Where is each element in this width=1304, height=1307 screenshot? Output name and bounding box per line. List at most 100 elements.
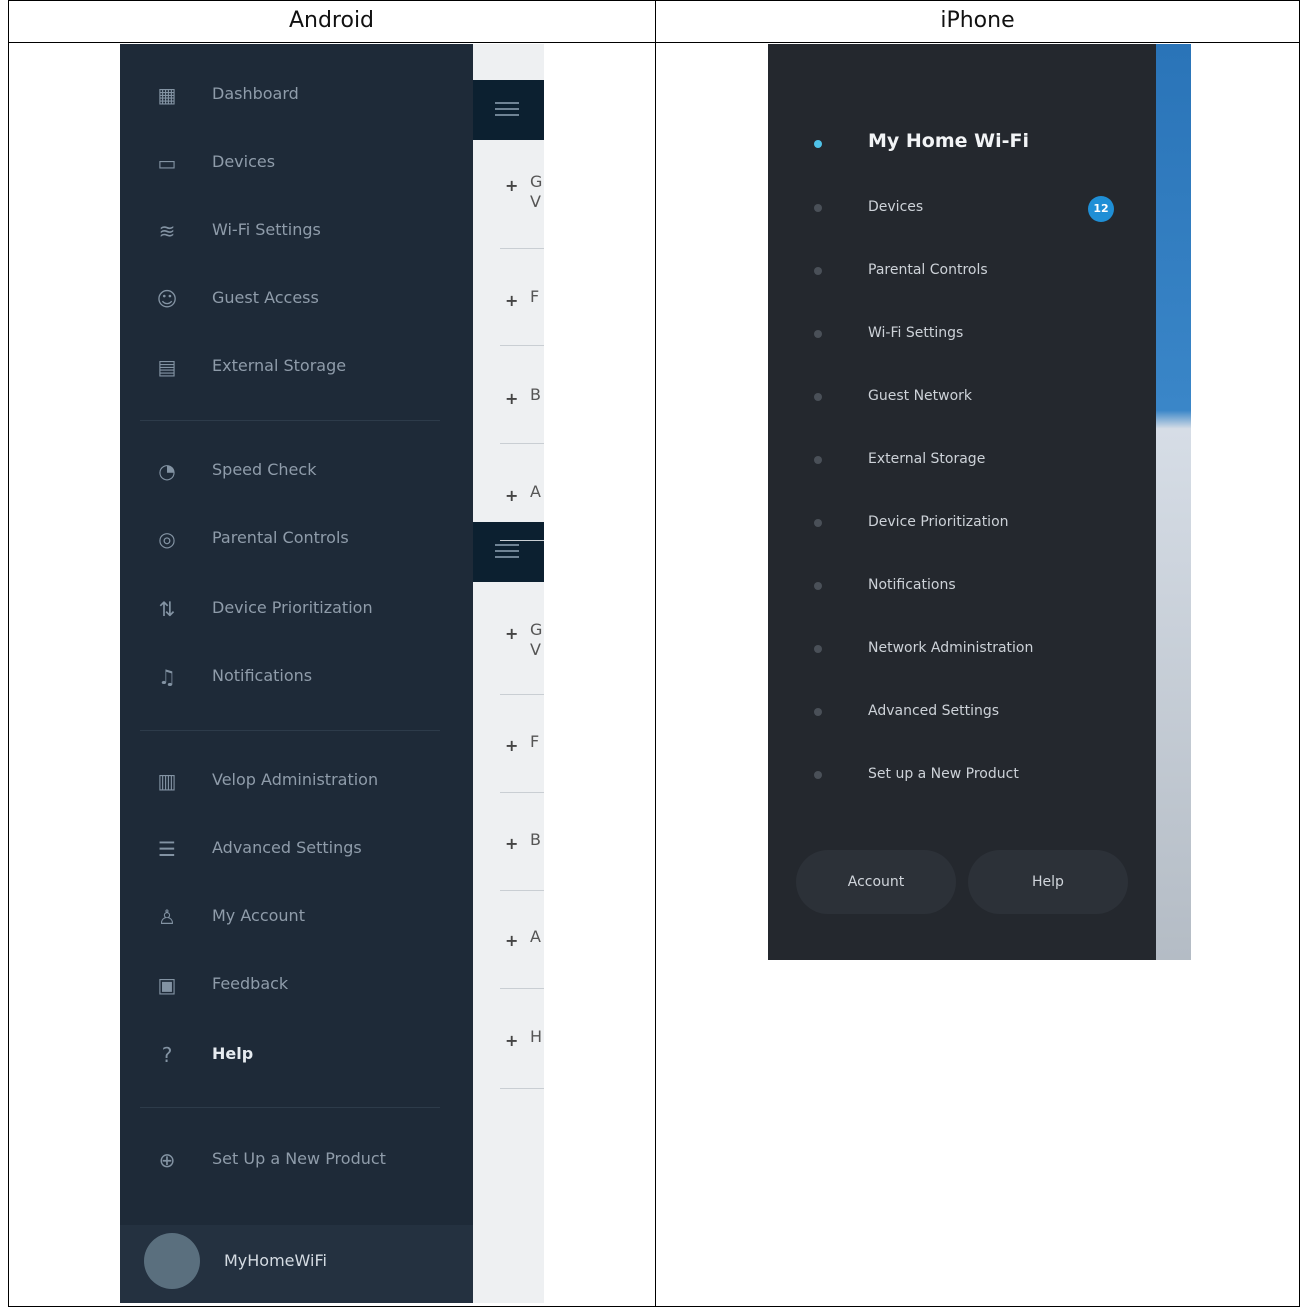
devices-icon: ▭	[157, 151, 177, 175]
expandable-list-item[interactable]: + B	[500, 828, 544, 868]
menu-item-external-storage[interactable]: External Storage	[800, 446, 1140, 476]
devices-count-badge: 12	[1088, 196, 1114, 222]
menu-item-external-storage[interactable]: ▤ External Storage	[140, 352, 460, 382]
menu-item-network-administration[interactable]: Network Administration	[800, 635, 1140, 665]
menu-item-devices[interactable]: Devices 12	[800, 194, 1140, 224]
list-item-label-truncated: A	[530, 927, 541, 946]
menu-item-icon	[814, 267, 822, 275]
list-divider	[500, 443, 544, 444]
expandable-list-item[interactable]: + B	[500, 383, 544, 423]
wifi-icon: ≋	[158, 219, 176, 243]
hamburger-menu-icon[interactable]	[495, 102, 519, 116]
menu-item-velop-administration[interactable]: ▥ Velop Administration	[140, 766, 460, 796]
menu-item-label: Wi-Fi Settings	[868, 325, 964, 341]
menu-item-set-up-a-new-product[interactable]: Set up a New Product	[800, 761, 1140, 791]
hamburger-menu-icon[interactable]	[495, 544, 519, 558]
list-divider	[500, 1088, 544, 1089]
plus-icon: +	[505, 834, 519, 853]
menu-item-dashboard[interactable]: ▦ Dashboard	[140, 80, 460, 110]
expandable-list-item[interactable]: + F	[500, 730, 544, 770]
menu-item-label: External Storage	[868, 451, 986, 467]
list-item-label-truncated: A	[530, 482, 541, 501]
list-item-label-truncated: G V	[530, 172, 543, 211]
bell-icon: ♫	[158, 665, 176, 689]
list-item-label-truncated: F	[530, 732, 540, 751]
priority-icon: ⇅	[158, 597, 176, 621]
list-divider	[500, 792, 544, 793]
network-name-item[interactable]: My Home Wi-Fi	[800, 130, 1140, 160]
menu-item-parental-controls[interactable]: Parental Controls	[800, 257, 1140, 287]
menu-item-label: Devices	[868, 199, 924, 215]
expandable-list-item[interactable]: + H	[500, 1025, 544, 1065]
expandable-list-item[interactable]: + G V	[500, 170, 544, 211]
menu-item-notifications[interactable]: ♫ Notifications	[140, 662, 460, 692]
menu-item-label: Device Prioritization	[212, 598, 373, 617]
menu-item-advanced-settings[interactable]: ☰ Advanced Settings	[140, 834, 460, 864]
menu-item-device-prioritization[interactable]: Device Prioritization	[800, 509, 1140, 539]
sliders-icon: ☰	[158, 837, 176, 861]
menu-item-icon	[814, 204, 822, 212]
expandable-list-item[interactable]: + A	[500, 925, 544, 965]
storage-icon: ▤	[157, 355, 177, 379]
menu-item-icon	[814, 519, 822, 527]
list-divider	[500, 540, 544, 541]
help-button[interactable]: Help	[968, 850, 1128, 914]
menu-item-label: Guest Access	[212, 288, 319, 307]
menu-item-label: Guest Network	[868, 388, 973, 404]
menu-item-label: Advanced Settings	[212, 838, 362, 857]
android-profile-row[interactable]: MyHomeWiFi	[120, 1225, 473, 1303]
plus-icon: +	[505, 389, 519, 408]
menu-item-label: Velop Administration	[212, 770, 379, 789]
menu-item-label: Parental Controls	[212, 528, 349, 547]
menu-item-parental-controls[interactable]: ◎ Parental Controls	[140, 524, 460, 554]
menu-item-label: Set up a New Product	[868, 766, 1019, 782]
add-circle-icon: ⊕	[158, 1148, 176, 1172]
menu-item-label: External Storage	[212, 356, 347, 375]
menu-item-guest-access[interactable]: ☺ Guest Access	[140, 284, 460, 314]
menu-item-label: Notifications	[868, 577, 956, 593]
list-divider	[500, 988, 544, 989]
android-app-bar	[473, 80, 544, 140]
menu-item-label: Speed Check	[212, 460, 317, 479]
menu-divider	[140, 420, 440, 421]
menu-item-speed-check[interactable]: ◔ Speed Check	[140, 456, 460, 486]
menu-item-label: Network Administration	[868, 640, 1034, 656]
menu-item-label: Advanced Settings	[868, 703, 1000, 719]
menu-item-icon	[814, 393, 822, 401]
menu-item-wi-fi-settings[interactable]: Wi-Fi Settings	[800, 320, 1140, 350]
active-indicator-dot	[814, 140, 822, 148]
plus-icon: +	[505, 486, 519, 505]
table-column-divider	[655, 0, 656, 1307]
menu-item-set-up-a-new-product[interactable]: ⊕ Set Up a New Product	[140, 1145, 460, 1175]
menu-item-feedback[interactable]: ▣ Feedback	[140, 970, 460, 1000]
menu-item-icon	[814, 645, 822, 653]
plus-icon: +	[505, 931, 519, 950]
plus-icon: +	[505, 624, 519, 643]
menu-item-label: Notifications	[212, 666, 313, 685]
list-item-label-truncated: H	[530, 1027, 543, 1046]
menu-item-icon	[814, 708, 822, 716]
menu-item-notifications[interactable]: Notifications	[800, 572, 1140, 602]
menu-item-devices[interactable]: ▭ Devices	[140, 148, 460, 178]
menu-item-label: Set Up a New Product	[212, 1149, 386, 1168]
iphone-side-menu	[768, 44, 1156, 960]
menu-item-device-prioritization[interactable]: ⇅ Device Prioritization	[140, 594, 460, 624]
iphone-background-content	[1156, 44, 1191, 960]
menu-item-guest-network[interactable]: Guest Network	[800, 383, 1140, 413]
menu-item-icon	[814, 456, 822, 464]
expandable-list-item[interactable]: + G V	[500, 618, 544, 659]
account-button[interactable]: Account	[796, 850, 956, 914]
parental-icon: ◎	[158, 527, 176, 551]
menu-item-label: Help	[212, 1044, 254, 1063]
menu-item-help[interactable]: ? Help	[140, 1040, 460, 1070]
expandable-list-item[interactable]: + F	[500, 285, 544, 325]
list-item-label-truncated: B	[530, 385, 541, 404]
menu-item-my-account[interactable]: ♙ My Account	[140, 902, 460, 932]
profile-name: MyHomeWiFi	[224, 1251, 327, 1270]
menu-item-wi-fi-settings[interactable]: ≋ Wi-Fi Settings	[140, 216, 460, 246]
expandable-list-item[interactable]: + A	[500, 480, 544, 520]
list-item-label-truncated: G V	[530, 620, 543, 659]
list-divider	[500, 890, 544, 891]
menu-item-advanced-settings[interactable]: Advanced Settings	[800, 698, 1140, 728]
menu-divider	[140, 730, 440, 731]
